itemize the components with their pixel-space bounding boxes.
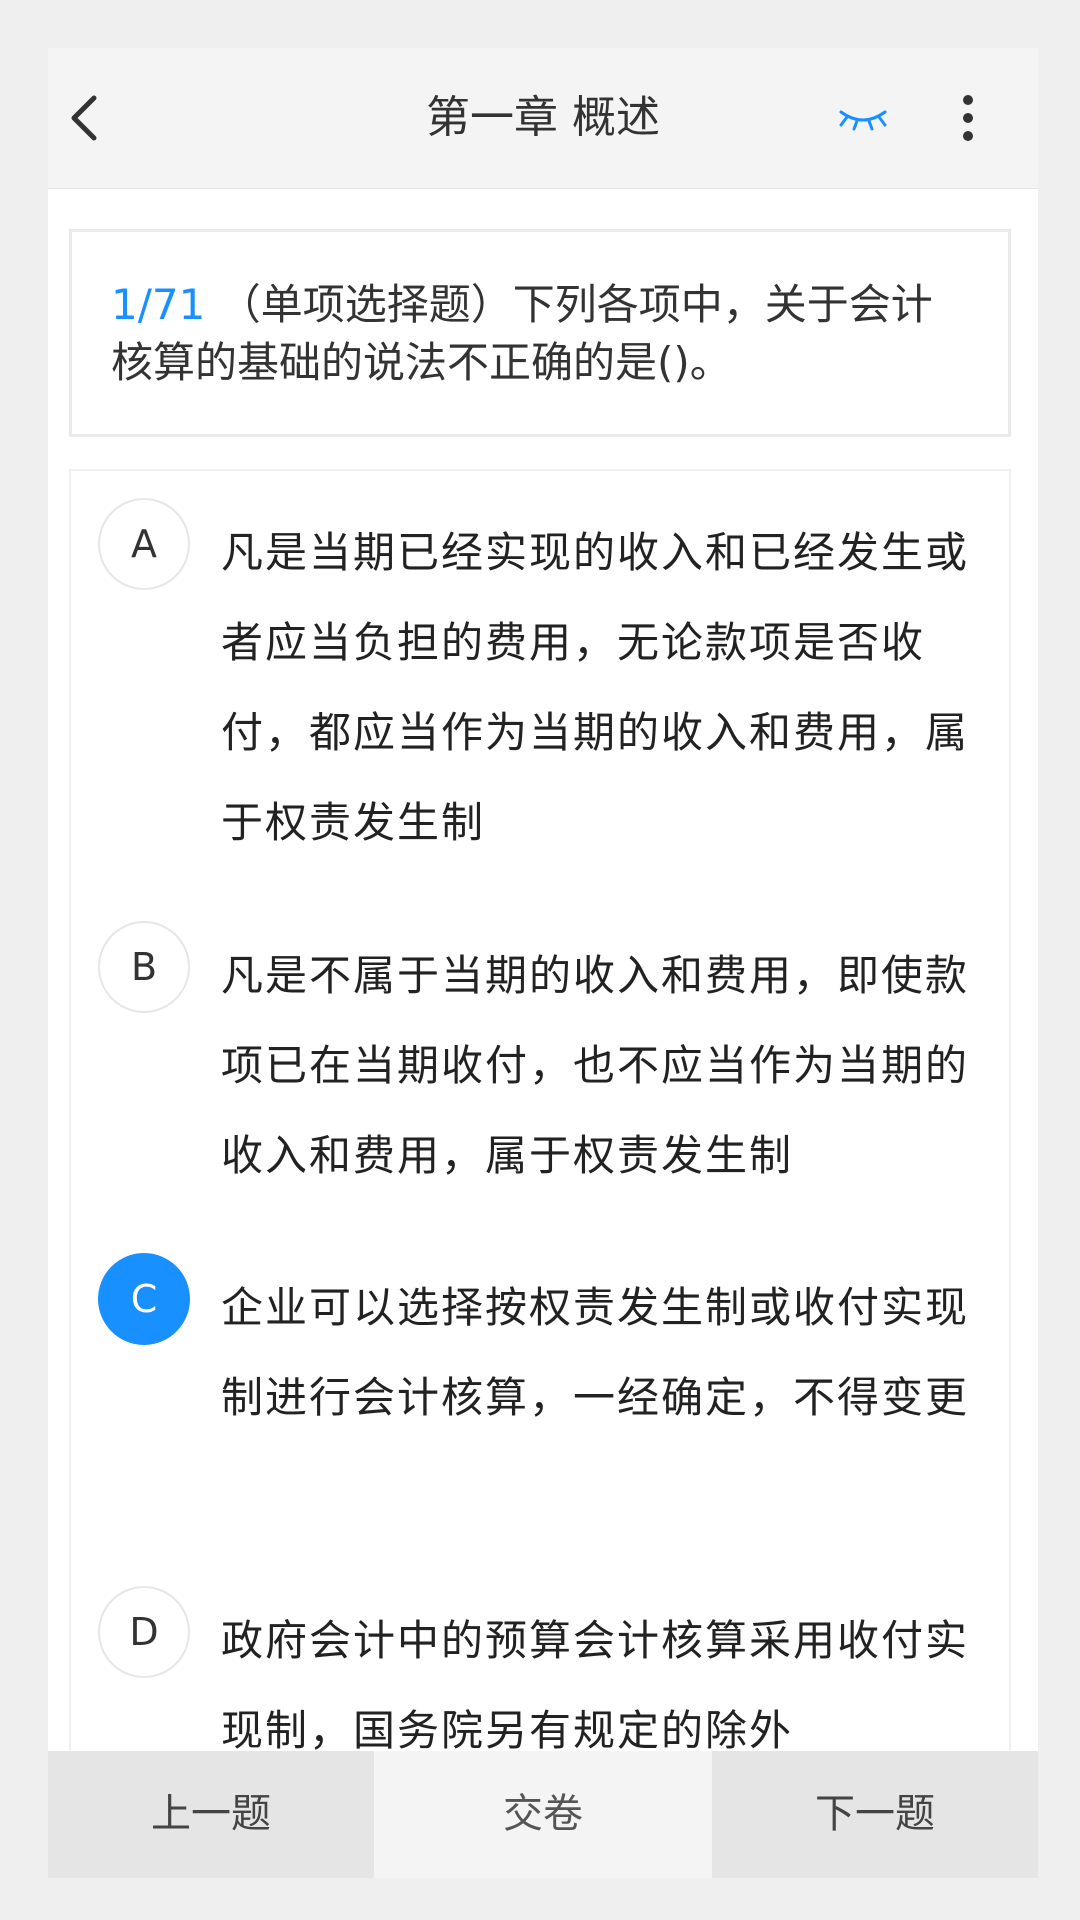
option-letter: D — [98, 1586, 190, 1678]
option-text: 凡是当期已经实现的收入和已经发生或者应当负担的费用，无论款项是否收付，都应当作为… — [221, 528, 970, 847]
next-question-button[interactable]: 下一题 — [712, 1751, 1038, 1878]
hide-answer-toggle[interactable] — [833, 98, 893, 138]
option-letter-selected: C — [98, 1253, 190, 1345]
back-button[interactable] — [58, 88, 118, 148]
more-menu-button[interactable] — [948, 88, 988, 148]
option-letter: B — [98, 921, 190, 1013]
option-text: 企业可以选择按权责发生制或收付实现制进行会计核算，一经确定，不得变更 — [221, 1283, 970, 1422]
option-text: 凡是不属于当期的收入和费用，即使款项已在当期收付，也不应当作为当期的收入和费用，… — [221, 951, 970, 1180]
option-letter: A — [98, 498, 190, 590]
eye-closed-icon — [839, 110, 887, 131]
options-list: A 凡是当期已经实现的收入和已经发生或者应当负担的费用，无论款项是否收付，都应当… — [69, 469, 1011, 1878]
chevron-left-icon — [71, 95, 97, 141]
option-text: 政府会计中的预算会计核算采用收付实现制，国务院另有规定的除外 — [221, 1616, 970, 1755]
question-stem: 1/71 （单项选择题）下列各项中，关于会计核算的基础的说法不正确的是()。 — [111, 276, 971, 392]
question-text: （单项选择题）下列各项中，关于会计核算的基础的说法不正确的是()。 — [111, 280, 933, 387]
header-bar: 第一章 概述 — [48, 48, 1038, 189]
prev-question-button[interactable]: 上一题 — [48, 1751, 374, 1878]
question-index: 1/71 — [111, 280, 206, 329]
question-card: 1/71 （单项选择题）下列各项中，关于会计核算的基础的说法不正确的是()。 — [69, 229, 1011, 437]
more-vertical-icon — [963, 95, 973, 141]
app-screen: 第一章 概述 1/71 （单项选择题）下列各项中，关于会计核算的基础的说法不正确… — [48, 48, 1038, 1878]
submit-paper-button[interactable]: 交卷 — [374, 1751, 712, 1878]
bottom-nav-bar: 上一题 交卷 下一题 — [48, 1751, 1038, 1878]
